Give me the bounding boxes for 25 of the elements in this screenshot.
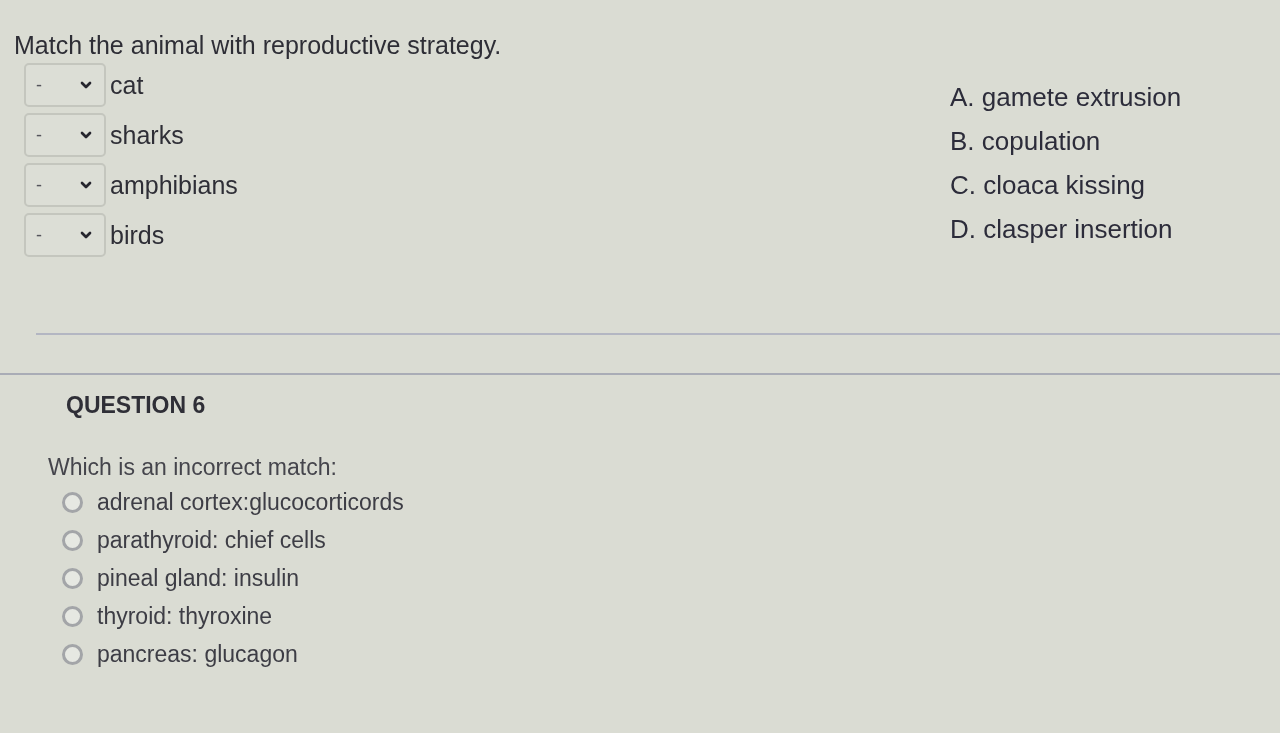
animal-label: amphibians — [110, 170, 238, 201]
radio-button[interactable] — [62, 643, 83, 665]
answer-choice[interactable]: adrenal cortex:glucocorticords — [97, 486, 404, 518]
strategy-option: C. cloaca kissing — [950, 163, 1182, 207]
answer-dropdown[interactable]: - — [24, 213, 106, 257]
strategy-option: B. copulation — [950, 119, 1182, 163]
answer-choice[interactable]: parathyroid: chief cells — [97, 524, 326, 556]
strategy-option: D. clasper insertion — [950, 207, 1182, 251]
radio-button[interactable] — [62, 567, 83, 589]
question-text: Which is an incorrect match: — [48, 453, 337, 482]
radio-button[interactable] — [62, 529, 83, 551]
animal-label: birds — [110, 220, 165, 251]
radio-button[interactable] — [62, 491, 83, 513]
answer-choice[interactable]: pineal gland: insulin — [97, 562, 300, 594]
strategy-option: A. gamete extrusion — [950, 75, 1182, 119]
animal-label: sharks — [110, 120, 184, 151]
answer-choice[interactable]: pancreas: glucagon — [97, 638, 298, 670]
answer-dropdown[interactable]: - — [24, 63, 106, 107]
radio-button[interactable] — [62, 605, 83, 627]
animal-label: cat — [110, 70, 144, 101]
answer-choice[interactable]: thyroid: thyroxine — [97, 600, 273, 632]
answer-dropdown[interactable]: - — [24, 113, 106, 157]
question-prompt: Match the animal with reproductive strategy. — [14, 30, 502, 61]
answer-dropdown[interactable]: - — [24, 163, 106, 207]
question-heading: QUESTION 6 — [66, 391, 206, 420]
